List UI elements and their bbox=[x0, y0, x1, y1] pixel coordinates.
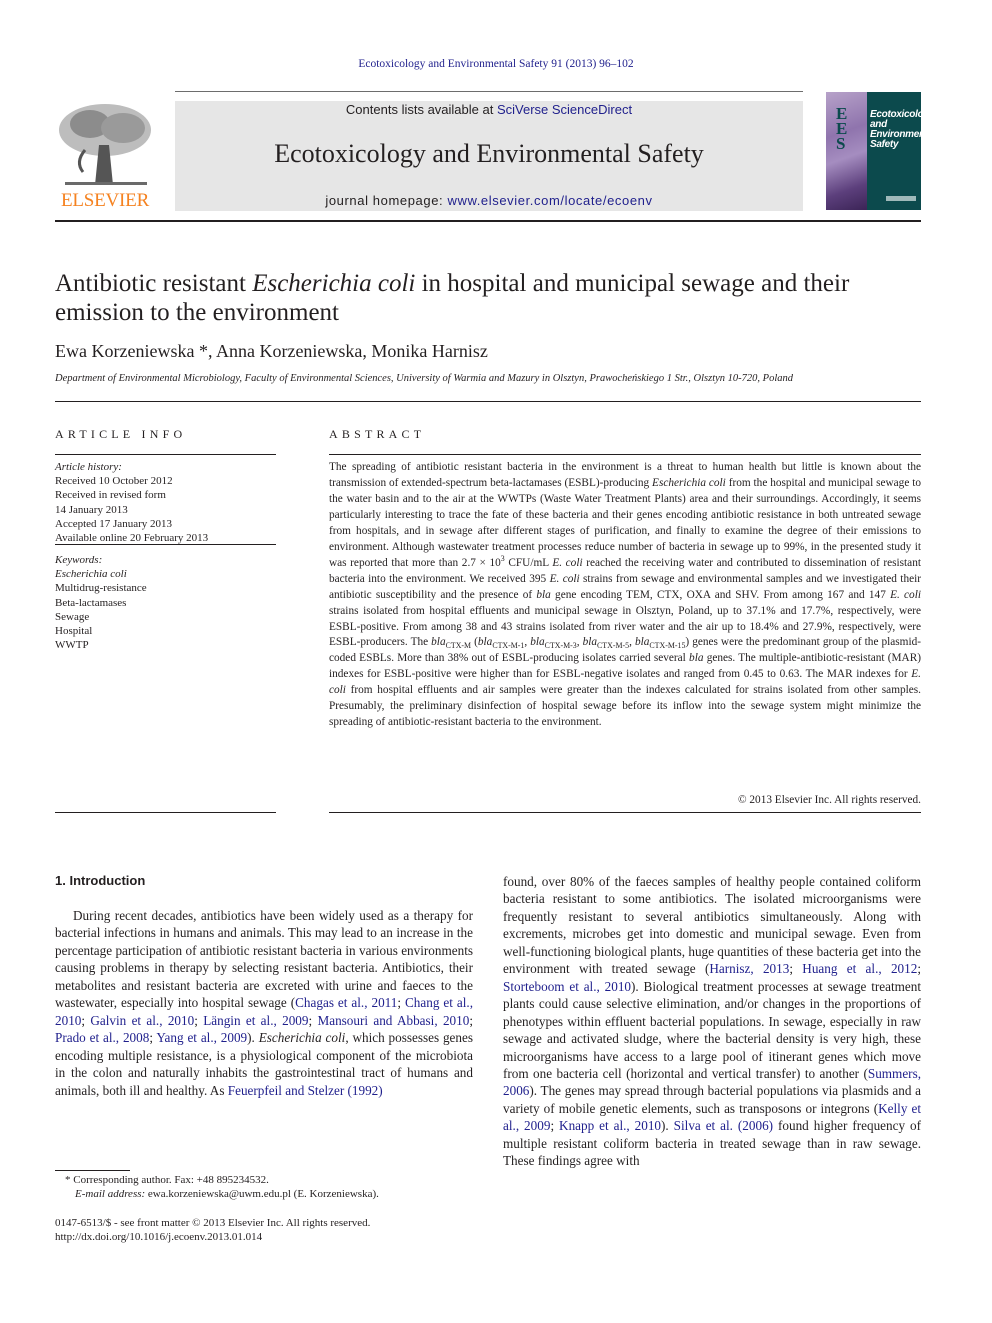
email-note: E-mail address: ewa.korzeniewska@uwm.edu… bbox=[75, 1188, 495, 1200]
author-list: Ewa Korzeniewska *, Anna Korzeniewska, M… bbox=[55, 341, 488, 361]
cover-title: Ecotoxicology and Environmental Safety bbox=[870, 110, 921, 150]
section-heading-introduction: 1. Introduction bbox=[55, 873, 146, 888]
divider bbox=[55, 454, 276, 455]
contents-line: Contents lists available at SciVerse Sci… bbox=[175, 102, 803, 117]
author-name[interactable]: Monika Harnisz bbox=[371, 341, 487, 361]
journal-masthead: Contents lists available at SciVerse Sci… bbox=[175, 101, 803, 211]
keyword: WWTP bbox=[55, 639, 89, 652]
running-head[interactable]: Ecotoxicology and Environmental Safety 9… bbox=[0, 58, 992, 70]
history-item: Accepted 17 January 2013 bbox=[55, 517, 172, 530]
affiliation: Department of Environmental Microbiology… bbox=[55, 373, 794, 384]
email-address[interactable]: ewa.korzeniewska@uwm.edu.pl (E. Korzenie… bbox=[145, 1188, 379, 1200]
citation-link[interactable]: Silva et al. (2006) bbox=[674, 1118, 773, 1133]
header-rule bbox=[175, 91, 803, 92]
citation-link[interactable]: Harnisz, 2013 bbox=[709, 961, 789, 976]
cover-title-line: Safety bbox=[870, 139, 899, 150]
citation-link[interactable]: Feuerpfeil and Stelzer (1992) bbox=[228, 1083, 383, 1098]
masthead-divider bbox=[55, 220, 921, 222]
footnote-rule bbox=[55, 1170, 130, 1171]
cover-letters: E E S bbox=[836, 105, 847, 153]
divider bbox=[55, 812, 276, 813]
abstract-heading: ABSTRACT bbox=[329, 427, 426, 441]
homepage-prefix: journal homepage: bbox=[325, 193, 448, 208]
affiliation-divider bbox=[55, 401, 921, 402]
citation-link[interactable]: Mansouri and Abbasi, 2010 bbox=[317, 1013, 469, 1028]
doi-link[interactable]: http://dx.doi.org/10.1016/j.ecoenv.2013.… bbox=[55, 1231, 475, 1243]
title-text: Antibiotic resistant bbox=[55, 270, 253, 297]
front-matter-line: 0147-6513/$ - see front matter © 2013 El… bbox=[55, 1217, 371, 1229]
keyword: Multidrug-resistance bbox=[55, 582, 147, 595]
citation-link[interactable]: Galvin et al., 2010 bbox=[90, 1013, 194, 1028]
journal-homepage-link[interactable]: www.elsevier.com/locate/ecoenv bbox=[447, 193, 652, 208]
article-title: Antibiotic resistant Escherichia coli in… bbox=[55, 269, 935, 327]
citation-link[interactable]: Yang et al., 2009 bbox=[156, 1030, 247, 1045]
abstract-body: The spreading of antibiotic resistant ba… bbox=[329, 461, 922, 729]
journal-cover[interactable]: E E S Ecotoxicology and Environmental Sa… bbox=[826, 92, 921, 210]
citation-link[interactable]: Huang et al., 2012 bbox=[802, 961, 917, 976]
article-info-heading: ARTICLE INFO bbox=[55, 427, 187, 441]
citation-link[interactable]: Prado et al., 2008 bbox=[55, 1030, 149, 1045]
intro-left-column: During recent decades, antibiotics have … bbox=[55, 908, 474, 1098]
journal-title: Ecotoxicology and Environmental Safety bbox=[274, 139, 704, 168]
corresponding-author-note: * Corresponding author. Fax: +48 8952345… bbox=[65, 1174, 269, 1186]
sciencedirect-link[interactable]: SciVerse ScienceDirect bbox=[497, 102, 632, 117]
divider bbox=[329, 812, 921, 813]
keyword: Escherichia coli bbox=[55, 568, 127, 581]
keyword: Hospital bbox=[55, 625, 93, 638]
author-name[interactable]: Ewa Korzeniewska bbox=[55, 341, 194, 361]
keywords-label: Keywords: bbox=[55, 554, 103, 566]
citation-link[interactable]: Knapp et al., 2010 bbox=[559, 1118, 661, 1133]
keyword: Beta-lactamases bbox=[55, 596, 127, 609]
keyword: Sewage bbox=[55, 610, 90, 623]
keywords: Keywords: Escherichia coli Multidrug-res… bbox=[55, 553, 280, 652]
abstract-copyright: © 2013 Elsevier Inc. All rights reserved… bbox=[737, 794, 921, 806]
history-label: Article history: bbox=[55, 461, 122, 473]
title-species: Escherichia coli bbox=[252, 270, 416, 297]
history-item: Received in revised form bbox=[55, 489, 166, 502]
elsevier-tree-icon bbox=[55, 100, 155, 188]
cover-letter: S bbox=[836, 134, 846, 153]
author-name[interactable]: Anna Korzeniewska bbox=[216, 341, 362, 361]
contents-prefix: Contents lists available at bbox=[345, 102, 497, 117]
history-item: 14 January 2013 bbox=[55, 503, 128, 516]
citation-link[interactable]: Chagas et al., 2011 bbox=[295, 995, 397, 1010]
divider bbox=[55, 544, 276, 545]
citation-link[interactable]: Storteboom et al., 2010 bbox=[503, 979, 631, 994]
history-item: Received 10 October 2012 bbox=[55, 475, 173, 488]
intro-right-column: found, over 80% of the faeces samples of… bbox=[503, 874, 922, 1169]
corresponding-author-mark[interactable]: * bbox=[199, 341, 208, 361]
citation-link[interactable]: Längin et al., 2009 bbox=[203, 1013, 308, 1028]
article-history: Article history: Received 10 October 201… bbox=[55, 460, 280, 545]
elsevier-wordmark: ELSEVIER bbox=[60, 190, 150, 211]
homepage-line: journal homepage: www.elsevier.com/locat… bbox=[175, 193, 803, 208]
divider bbox=[329, 454, 921, 455]
elsevier-logo[interactable]: ELSEVIER bbox=[55, 100, 155, 212]
email-label: E-mail address: bbox=[75, 1188, 146, 1200]
cover-publisher-mark bbox=[886, 196, 916, 201]
